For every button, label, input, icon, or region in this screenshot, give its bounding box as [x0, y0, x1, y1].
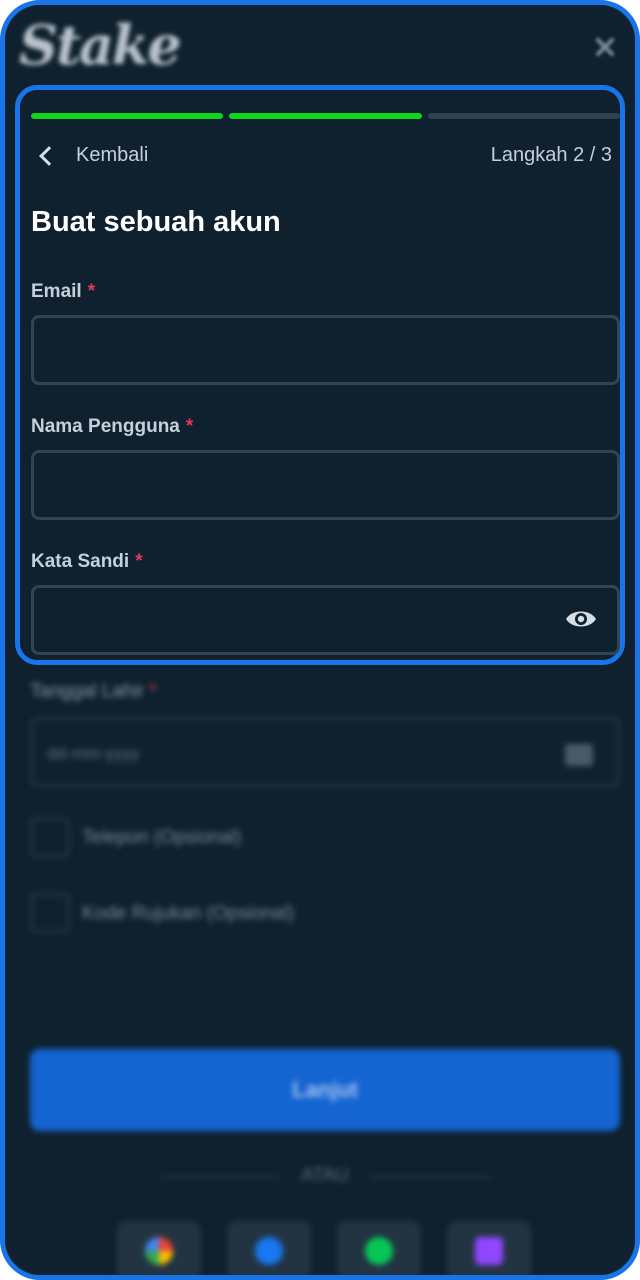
referral-optional-row[interactable]: Kode Rujukan (Opsional) — [30, 893, 620, 933]
username-input[interactable] — [31, 450, 620, 520]
back-label: Kembali — [76, 144, 149, 166]
facebook-login-button[interactable] — [227, 1221, 311, 1275]
username-label: Nama Pengguna * — [31, 416, 194, 437]
referral-checkbox[interactable] — [30, 893, 70, 933]
phone-checkbox[interactable] — [30, 817, 70, 857]
progress-segment-2 — [229, 113, 422, 119]
step-progress-bar — [31, 113, 620, 119]
eye-icon[interactable] — [565, 608, 597, 630]
calendar-icon[interactable] — [565, 744, 593, 766]
page-title: Buat sebuah akun — [31, 206, 281, 238]
password-label: Kata Sandi * — [31, 551, 143, 572]
phone-optional-row[interactable]: Telepon (Opsional) — [30, 817, 620, 857]
step-indicator: Langkah 2 / 3 — [490, 144, 612, 166]
google-icon — [145, 1237, 173, 1265]
date-of-birth-label: Tanggal Lahir * — [30, 681, 157, 702]
date-of-birth-field[interactable]: dd-mm-yyyy — [30, 717, 620, 787]
phone-optional-label: Telepon (Opsional) — [82, 827, 242, 848]
line-login-button[interactable] — [337, 1221, 421, 1275]
next-button[interactable]: Lanjut — [30, 1049, 620, 1131]
chevron-left-icon — [39, 146, 59, 166]
facebook-icon — [255, 1237, 283, 1265]
date-of-birth-placeholder: dd-mm-yyyy — [47, 744, 140, 763]
progress-segment-1 — [31, 113, 224, 119]
stake-logo: Stake — [19, 13, 182, 77]
line-icon — [365, 1237, 393, 1265]
or-divider: ATAU — [160, 1163, 490, 1191]
close-icon[interactable] — [593, 35, 617, 59]
email-label: Email * — [31, 281, 96, 302]
password-input[interactable] — [31, 585, 620, 655]
phone-frame: Stake Tanggal Lahir * dd-mm-yyyy Telepon… — [0, 0, 640, 1280]
registration-form-panel: Kembali Langkah 2 / 3 Buat sebuah akun E… — [15, 85, 625, 665]
twitch-icon — [475, 1237, 503, 1265]
progress-segment-3 — [427, 113, 620, 119]
referral-optional-label: Kode Rujukan (Opsional) — [82, 903, 295, 924]
email-input[interactable] — [31, 315, 620, 385]
twitch-login-button[interactable] — [447, 1221, 531, 1275]
google-login-button[interactable] — [117, 1221, 201, 1275]
